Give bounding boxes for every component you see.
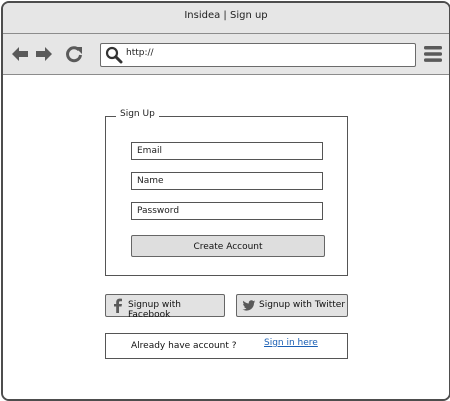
facebook-icon (111, 298, 125, 313)
back-arrow-icon[interactable] (10, 44, 30, 64)
password-field[interactable]: Password (131, 202, 323, 220)
email-placeholder: Email (137, 146, 162, 156)
create-account-button[interactable]: Create Account (131, 235, 325, 257)
signup-form: Sign Up Email Name Password Create Accou… (105, 109, 348, 276)
search-icon (105, 46, 123, 64)
twitter-signup-label: Signup with Twitter (259, 300, 346, 310)
window-title: Insidea | Sign up (184, 10, 268, 21)
form-legend: Sign Up (116, 109, 159, 119)
reload-icon[interactable] (64, 44, 84, 64)
twitter-signup-button[interactable]: Signup with Twitter (236, 294, 348, 317)
address-bar[interactable]: http:// (100, 43, 416, 67)
email-field[interactable]: Email (131, 142, 323, 160)
page-content: Sign Up Email Name Password Create Accou… (3, 75, 449, 399)
name-placeholder: Name (137, 176, 164, 186)
address-text[interactable]: http:// (126, 48, 154, 58)
forward-arrow-icon[interactable] (34, 44, 54, 64)
name-field[interactable]: Name (131, 172, 323, 190)
facebook-signup-button[interactable]: Signup with Facebook (105, 294, 225, 320)
twitter-icon (242, 298, 256, 313)
title-bar: Insidea | Sign up (3, 3, 449, 34)
signin-prompt: Already have account ? (131, 341, 237, 351)
signin-link[interactable]: Sign in here (264, 338, 318, 348)
facebook-signup-label: Signup with Facebook (128, 300, 182, 320)
browser-window: Insidea | Sign up http:// Sign Up Email … (1, 1, 450, 401)
password-placeholder: Password (137, 206, 180, 216)
navigation-bar: http:// (3, 34, 449, 75)
hamburger-menu-icon[interactable] (423, 45, 443, 63)
signin-box: Already have account ? Sign in here (105, 333, 348, 359)
